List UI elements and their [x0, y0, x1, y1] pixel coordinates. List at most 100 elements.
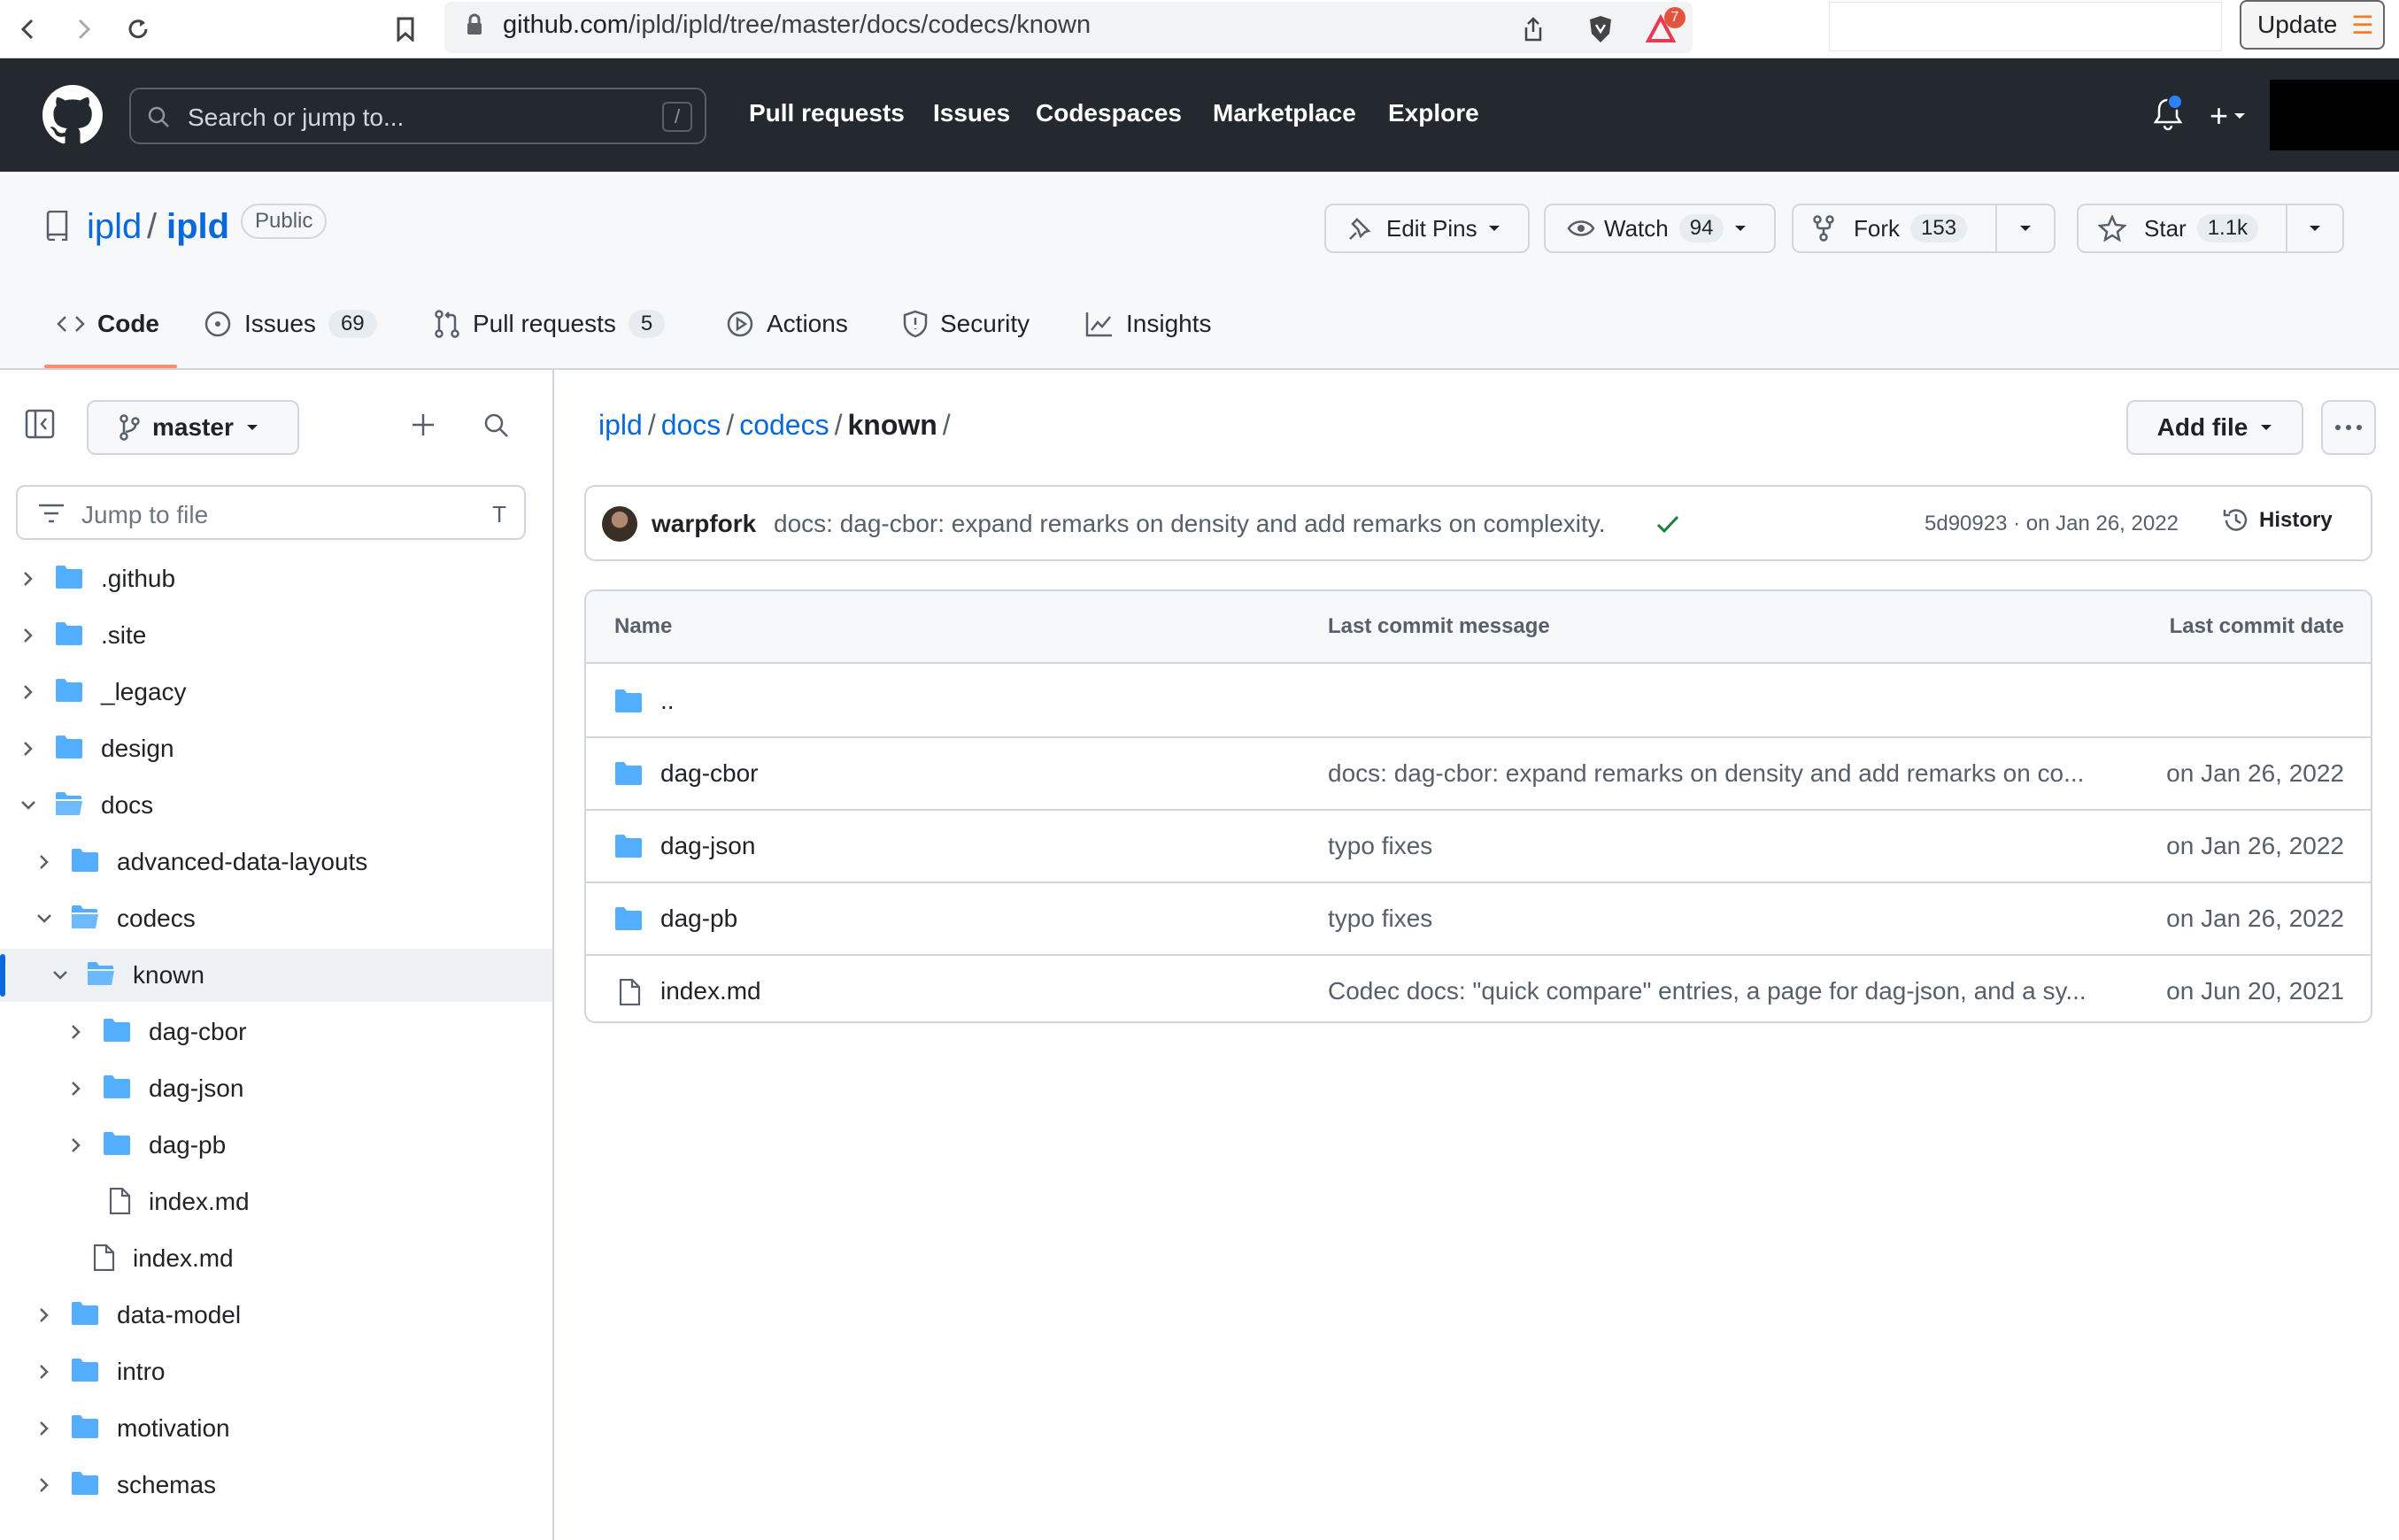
sidebar-collapse-icon[interactable]	[25, 409, 55, 439]
tree-item[interactable]: .github	[0, 552, 552, 605]
tab-code[interactable]: Code	[57, 304, 159, 343]
chevron-down-icon[interactable]	[19, 797, 37, 814]
tree-item[interactable]: index.md	[0, 1175, 552, 1228]
tree-item[interactable]: data-model	[0, 1289, 552, 1342]
breadcrumb-link[interactable]: codecs	[739, 409, 829, 441]
commit-message-link[interactable]: Codec docs: "quick compare" entries, a p…	[1328, 977, 2125, 1005]
nav-marketplace[interactable]: Marketplace	[1213, 99, 1356, 127]
chevron-right-icon[interactable]	[19, 683, 37, 701]
breadcrumb-separator: /	[834, 409, 843, 441]
chevron-down-icon[interactable]	[51, 966, 69, 984]
chevron-right-icon[interactable]	[67, 1136, 85, 1154]
star-button[interactable]: Star 1.1k	[2077, 204, 2287, 253]
branch-selector[interactable]: master	[87, 400, 299, 455]
tab-actions[interactable]: Actions	[726, 304, 848, 343]
edit-pins-button[interactable]: Edit Pins	[1324, 204, 1530, 253]
chevron-right-icon[interactable]	[35, 1306, 53, 1324]
forward-icon[interactable]	[64, 10, 103, 49]
nav-codespaces[interactable]: Codespaces	[1036, 99, 1182, 127]
tree-item[interactable]: dag-cbor	[0, 1005, 552, 1059]
table-row[interactable]: dag-json typo fixes on Jan 26, 2022	[586, 811, 2371, 883]
bookmark-icon[interactable]	[386, 10, 425, 49]
tab-pull-requests[interactable]: Pull requests 5	[434, 304, 666, 343]
breadcrumb-link[interactable]: ipld	[598, 409, 643, 441]
chevron-right-icon[interactable]	[35, 853, 53, 871]
search-input[interactable]: Search or jump to... /	[129, 88, 706, 144]
chevron-right-icon[interactable]	[19, 627, 37, 644]
create-new-menu[interactable]: +	[2210, 97, 2246, 135]
table-row[interactable]: dag-cbor docs: dag-cbor: expand remarks o…	[586, 738, 2371, 811]
tree-item[interactable]: dag-pb	[0, 1119, 552, 1172]
table-row[interactable]: index.md Codec docs: "quick compare" entr…	[586, 956, 2371, 1021]
jump-to-file-input[interactable]: Jump to file T	[16, 485, 526, 540]
chevron-right-icon[interactable]	[35, 1363, 53, 1381]
table-row[interactable]: ..	[586, 666, 2371, 738]
star-dropdown-button[interactable]	[2286, 204, 2344, 253]
tree-item[interactable]: advanced-data-layouts	[0, 835, 552, 889]
fork-dropdown-button[interactable]	[1995, 204, 2056, 253]
tree-item[interactable]: codecs	[0, 892, 552, 945]
watch-button[interactable]: Watch 94	[1544, 204, 1776, 253]
tree-item[interactable]: known	[0, 949, 552, 1002]
tab-insights[interactable]: Insights	[1085, 304, 1212, 343]
chevron-right-icon[interactable]	[67, 1023, 85, 1041]
commit-message-link[interactable]: docs: dag-cbor: expand remarks on densit…	[774, 510, 1606, 538]
tab-pull-requests-label: Pull requests	[473, 310, 616, 337]
tree-item[interactable]: dag-json	[0, 1062, 552, 1115]
folder-open-icon	[71, 905, 99, 931]
search-icon[interactable]	[483, 412, 510, 439]
tree-item[interactable]: intro	[0, 1345, 552, 1398]
file-name-link[interactable]: dag-cbor	[660, 759, 759, 788]
commit-message-link[interactable]: typo fixes	[1328, 905, 2125, 933]
tree-item[interactable]: design	[0, 722, 552, 775]
chevron-right-icon[interactable]	[19, 740, 37, 758]
breadcrumb-link[interactable]: docs	[661, 409, 721, 441]
chevron-down-icon[interactable]	[35, 910, 53, 928]
tree-item-label: index.md	[133, 1244, 234, 1272]
nav-issues[interactable]: Issues	[933, 99, 1010, 127]
file-name-link[interactable]: dag-pb	[660, 905, 737, 933]
nav-explore[interactable]: Explore	[1388, 99, 1479, 127]
chevron-right-icon[interactable]	[35, 1420, 53, 1437]
commit-author-link[interactable]: warpfork	[652, 510, 756, 538]
breadcrumb-current: known	[847, 409, 937, 441]
plus-icon[interactable]	[411, 412, 436, 437]
tree-item[interactable]: _legacy	[0, 666, 552, 719]
commit-message-link[interactable]: typo fixes	[1328, 832, 2125, 860]
tree-item[interactable]: schemas	[0, 1459, 552, 1512]
update-button[interactable]: Update ☰	[2240, 0, 2385, 50]
tree-item[interactable]: docs	[0, 779, 552, 832]
tree-item-label: docs	[101, 791, 154, 819]
tab-issues[interactable]: Issues 69	[204, 304, 377, 343]
brave-shields-icon[interactable]	[1581, 10, 1620, 49]
chevron-right-icon[interactable]	[35, 1476, 53, 1494]
add-file-button[interactable]: Add file	[2126, 400, 2303, 455]
file-name-link[interactable]: ..	[660, 687, 675, 715]
commit-message-link[interactable]: docs: dag-cbor: expand remarks on densit…	[1328, 759, 2125, 788]
chevron-right-icon[interactable]	[67, 1080, 85, 1097]
tree-item[interactable]: motivation	[0, 1402, 552, 1455]
commit-sha-date[interactable]: 5d90923 · on Jan 26, 2022	[1925, 512, 2179, 536]
tree-item[interactable]: index.md	[0, 1232, 552, 1285]
file-name-link[interactable]: dag-json	[660, 832, 755, 860]
nav-pull-requests[interactable]: Pull requests	[749, 99, 905, 127]
repo-owner-link[interactable]: ipld	[87, 207, 142, 247]
chevron-right-icon[interactable]	[19, 570, 37, 588]
avatar[interactable]	[602, 506, 637, 542]
tree-item[interactable]: .site	[0, 609, 552, 662]
history-button[interactable]: History	[2222, 506, 2333, 535]
github-logo-icon[interactable]	[42, 85, 103, 145]
folder-icon	[103, 1131, 131, 1158]
fork-button[interactable]: Fork 153	[1792, 204, 1997, 253]
repo-name-link[interactable]: ipld	[166, 207, 229, 247]
file-name-link[interactable]: index.md	[660, 977, 761, 1005]
tab-security[interactable]: Security	[903, 304, 1030, 343]
share-icon[interactable]	[1514, 10, 1553, 49]
table-row[interactable]: dag-pb typo fixes on Jan 26, 2022	[586, 883, 2371, 956]
tree-item-label: schemas	[117, 1471, 217, 1498]
back-icon[interactable]	[9, 10, 48, 49]
reload-icon[interactable]	[119, 10, 158, 49]
more-options-button[interactable]	[2321, 400, 2376, 455]
avatar[interactable]	[2270, 80, 2399, 150]
check-icon[interactable]	[1655, 513, 1680, 535]
